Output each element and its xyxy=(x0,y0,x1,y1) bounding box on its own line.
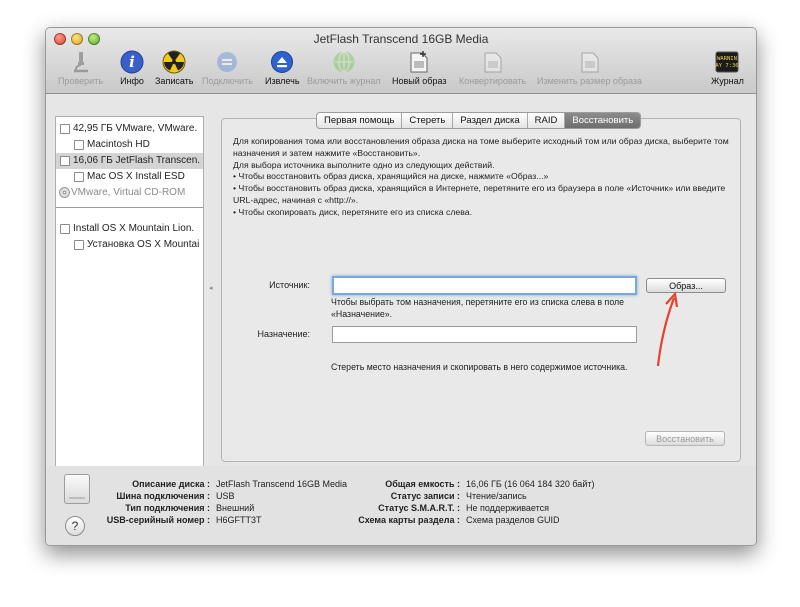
smart-status-value: Не поддерживается xyxy=(466,503,550,513)
source-label: Источник: xyxy=(269,280,310,290)
usb-serial-value: H6GFTT3T xyxy=(216,515,262,525)
burn-button[interactable]: Записать xyxy=(155,50,193,90)
tab-partition[interactable]: Раздел диска xyxy=(453,113,528,128)
disk-image-icon xyxy=(60,224,70,234)
partition-map-value: Схема разделов GUID xyxy=(466,515,560,525)
eject-icon xyxy=(270,50,294,74)
disk-jetflash[interactable]: 16,06 ГБ JetFlash Transcen. xyxy=(56,153,203,169)
disk-description-value: JetFlash Transcend 16GB Media xyxy=(216,479,348,489)
new-image-button[interactable]: Новый образ xyxy=(392,50,446,90)
write-status-value: Чтение/запись xyxy=(466,491,527,501)
image-install-os-x-mountain-lion[interactable]: Install OS X Mountain Lion. xyxy=(56,221,203,237)
mount-icon xyxy=(215,50,239,74)
instructions-bullet: • Чтобы восстановить образ диска, хранящ… xyxy=(233,183,726,205)
title-bar: JetFlash Transcend 16GB Media Проверить … xyxy=(46,28,756,94)
annotation-arrow xyxy=(656,291,679,367)
radiation-burn-icon xyxy=(162,50,186,74)
sidebar-divider xyxy=(56,207,203,208)
restore-button[interactable]: Восстановить xyxy=(645,431,725,446)
destination-label: Назначение: xyxy=(257,329,310,339)
write-status-key: Статус записи : xyxy=(390,491,460,501)
window-title: JetFlash Transcend 16GB Media xyxy=(313,32,489,46)
connection-type-key: Тип подключения : xyxy=(125,503,210,513)
help-button[interactable]: ? xyxy=(65,516,85,536)
tab-raid[interactable]: RAID xyxy=(528,113,566,128)
tab-restore[interactable]: Восстановить xyxy=(565,113,641,128)
tab-erase[interactable]: Стереть xyxy=(402,113,454,128)
split-view-handle[interactable]: ◂ xyxy=(209,284,213,292)
eject-button[interactable]: Извлечь xyxy=(265,50,300,90)
volume-ustanovka-os-x[interactable]: Установка OS X Mountai xyxy=(56,237,203,253)
cd-icon xyxy=(59,187,70,201)
total-capacity-value: 16,06 ГБ (16 064 184 320 байт) xyxy=(466,479,595,489)
verify-button[interactable]: Проверить xyxy=(58,50,103,90)
connection-bus-value: USB xyxy=(216,491,235,501)
console-log-icon: WARNIN AY 7:36 xyxy=(715,50,739,74)
svg-text:i: i xyxy=(129,53,135,71)
instructions-paragraph: Для копирования тома или восстановления … xyxy=(233,136,729,158)
tab-bar: Первая помощь Стереть Раздел диска RAID … xyxy=(316,112,642,129)
disk-vmware[interactable]: 42,95 ГБ VMware, VMware. xyxy=(56,121,203,137)
total-capacity-key: Общая емкость : xyxy=(385,479,460,489)
disk-utility-window: JetFlash Transcend 16GB Media Проверить … xyxy=(45,27,757,546)
source-field[interactable] xyxy=(332,276,637,295)
disk-list[interactable]: 42,95 ГБ VMware, VMware. Macintosh HD 16… xyxy=(55,116,204,476)
connection-bus-key: Шина подключения : xyxy=(116,491,210,501)
destination-field[interactable] xyxy=(332,326,637,343)
info-button[interactable]: i Инфо xyxy=(120,50,144,90)
instructions-paragraph: Для выбора источника выполните одно из с… xyxy=(233,159,495,170)
info-icon: i xyxy=(120,50,144,74)
volume-mac-os-x-install-esd[interactable]: Mac OS X Install ESD xyxy=(56,169,203,185)
tab-first-aid[interactable]: Первая помощь xyxy=(317,113,403,128)
smart-status-key: Статус S.M.A.R.T. : xyxy=(378,503,460,513)
enable-journal-button[interactable]: Включить журнал xyxy=(307,50,381,90)
disk-vmware-cdrom[interactable]: VMware, Virtual CD-ROM xyxy=(56,185,203,201)
disk-description-key: Описание диска : xyxy=(132,479,210,489)
volume-icon xyxy=(74,140,84,150)
resize-image-button[interactable]: Изменить размер образа xyxy=(537,50,642,90)
disk-icon xyxy=(60,124,70,134)
resize-image-icon xyxy=(578,50,602,74)
journal-globe-icon xyxy=(332,50,356,74)
log-button[interactable]: WARNIN AY 7:36 Журнал xyxy=(711,50,744,90)
usb-serial-key: USB-серийный номер : xyxy=(106,515,210,525)
volume-macintosh-hd[interactable]: Macintosh HD xyxy=(56,137,203,153)
new-image-icon xyxy=(407,50,431,74)
mount-button[interactable]: Подключить xyxy=(202,50,253,90)
svg-text:WARNIN: WARNIN xyxy=(717,56,737,62)
erase-destination-hint: Стереть место назначения и скопировать в… xyxy=(331,362,628,372)
partition-map-key: Схема карты раздела : xyxy=(358,515,460,525)
restore-instructions: Для копирования тома или восстановления … xyxy=(233,136,733,219)
microscope-icon xyxy=(69,50,93,74)
usb-disk-icon xyxy=(60,156,70,166)
svg-text:AY 7:36: AY 7:36 xyxy=(716,63,739,69)
source-hint: Чтобы выбрать том назначения, перетяните… xyxy=(331,297,625,319)
instructions-bullet: • Чтобы скопировать диск, перетяните его… xyxy=(233,206,473,217)
volume-icon xyxy=(74,240,84,250)
convert-icon xyxy=(481,50,505,74)
volume-icon xyxy=(74,172,84,182)
instructions-bullet: • Чтобы восстановить образ диска, хранящ… xyxy=(233,171,549,182)
convert-button[interactable]: Конвертировать xyxy=(459,50,526,90)
connection-type-value: Внешний xyxy=(216,503,255,513)
